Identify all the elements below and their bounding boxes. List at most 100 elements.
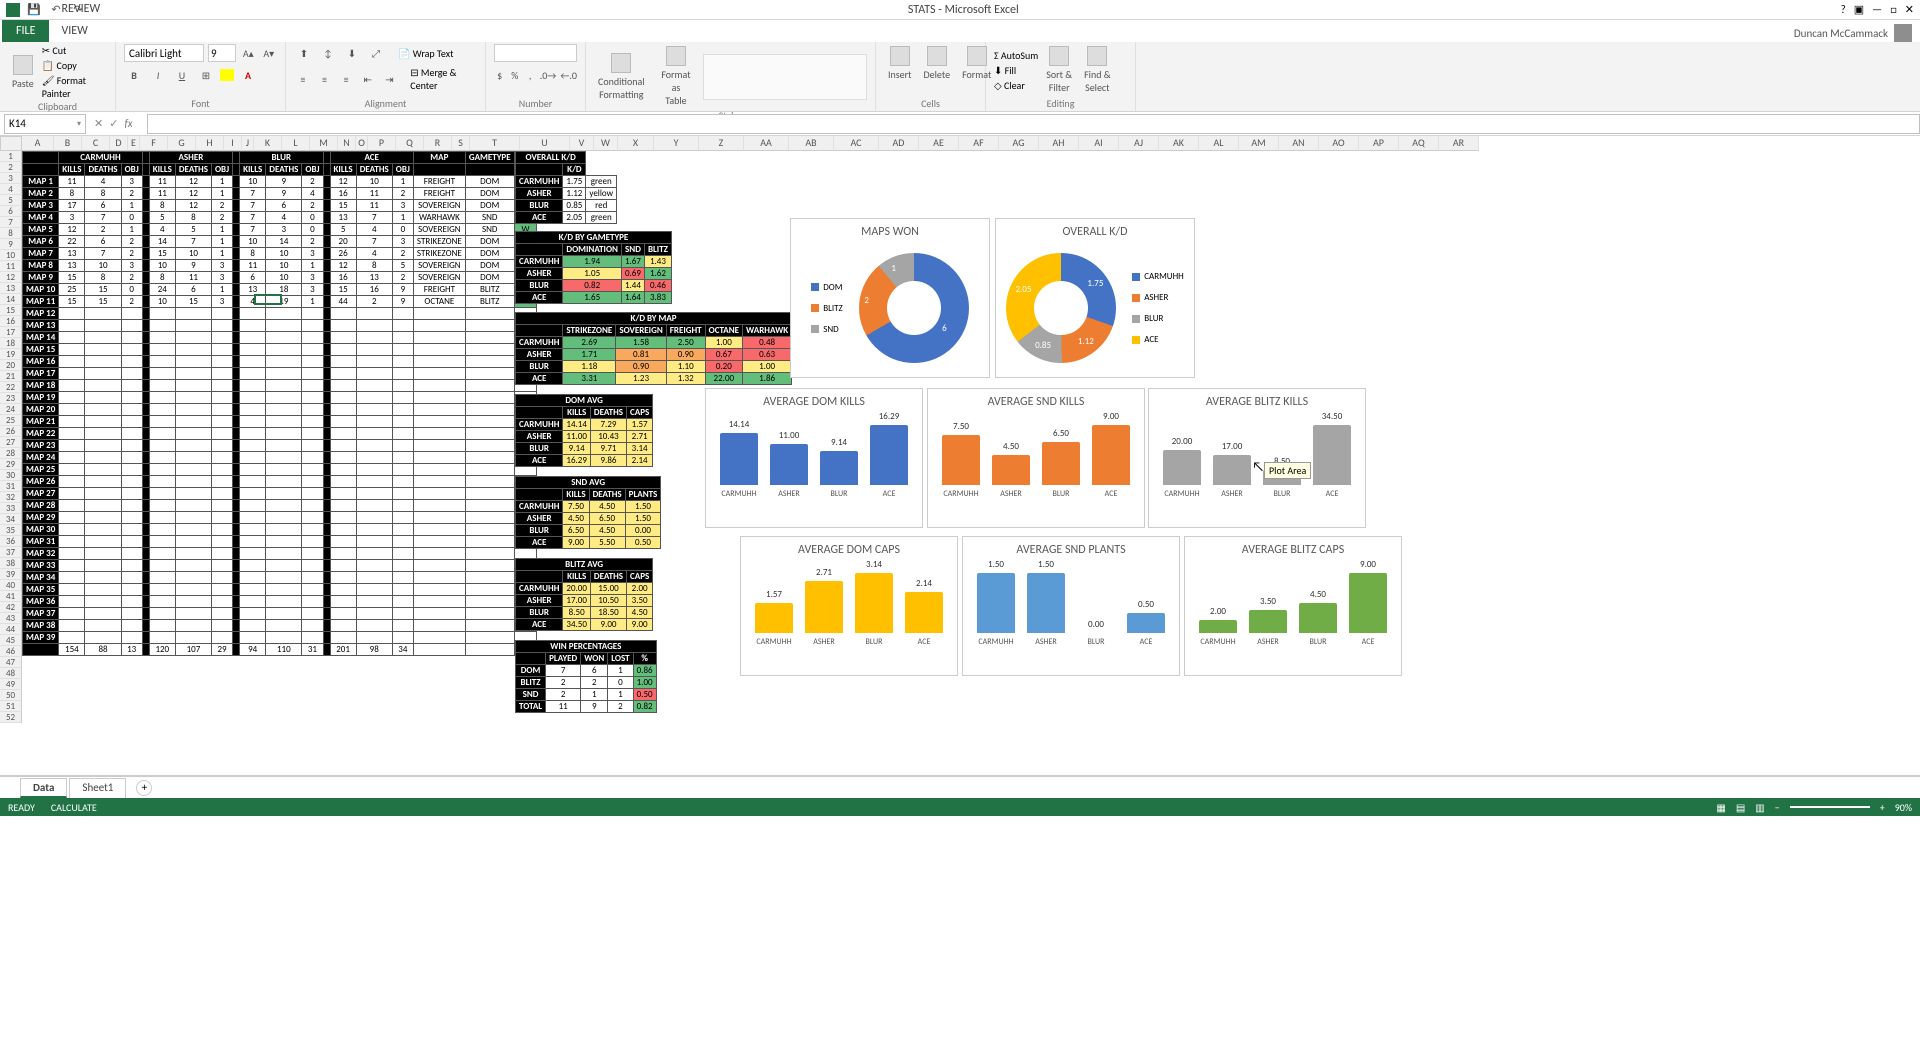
chart-avg_snd_kills[interactable]: AVERAGE SND KILLS7.504.506.509.00CARMUHH… [927,388,1145,528]
fill-color-button[interactable] [220,69,234,81]
tab-review[interactable]: REVIEW [49,0,139,20]
chart-avg_blitz_kills[interactable]: AVERAGE BLITZ KILLS20.0017.008.5034.50CA… [1148,388,1366,528]
cell-styles-gallery[interactable] [703,54,867,100]
delete-icon [927,46,947,66]
format-as-table-button[interactable]: Format as Table [653,44,700,109]
maximize-icon[interactable]: □ [1890,3,1897,16]
chart-avg_blitz_caps[interactable]: AVERAGE BLITZ CAPS2.003.504.509.00CARMUH… [1184,536,1402,676]
number-group-label: Number [494,97,577,111]
indent-inc-icon[interactable]: ⇥ [381,70,399,88]
fx-icon[interactable]: fx [124,117,132,130]
close-icon[interactable]: ✕ [1905,3,1914,16]
worksheet-grid[interactable]: ABCDEFGHIJKLMNOPQRSTUVWXYZAAABACADAEAFAG… [0,136,1920,776]
chart-avg_dom_kills[interactable]: AVERAGE DOM KILLS14.1411.009.1416.29CARM… [705,388,923,528]
view-normal-icon[interactable]: ▦ [1716,801,1725,814]
status-bar: READY CALCULATE ▦ ▤ ▥ − + 90% [0,798,1920,816]
font-color-button[interactable]: A [238,66,258,84]
number-format-combo[interactable] [494,44,577,62]
name-box[interactable]: K14▾ [4,114,86,134]
font-size-combo[interactable] [208,44,236,62]
decrease-font-icon[interactable]: A▾ [261,44,278,62]
file-tab[interactable]: FILE [2,20,49,42]
comma-icon[interactable]: , [524,66,535,84]
paste-icon [13,55,33,75]
view-break-icon[interactable]: ▥ [1755,801,1764,814]
dec-decimal-icon[interactable]: ←.0 [560,66,577,84]
chart-maps_won[interactable]: MAPS WON621DOMBLITZSND [790,218,990,378]
view-page-icon[interactable]: ▤ [1736,801,1745,814]
paste-button[interactable]: Paste [8,53,38,92]
zoom-in-icon[interactable]: + [1880,801,1885,814]
delete-cells-button[interactable]: Delete [920,44,955,83]
align-center-icon[interactable]: ≡ [316,70,334,88]
align-middle-icon[interactable]: ↕ [318,44,338,62]
border-button[interactable]: ⊞ [196,66,216,84]
percent-icon[interactable]: % [509,66,520,84]
align-right-icon[interactable]: ≡ [337,70,355,88]
insert-cells-button[interactable]: Insert [884,44,916,83]
zoom-level[interactable]: 90% [1895,801,1912,814]
save-icon[interactable]: 💾 [26,2,42,18]
tab-view[interactable]: VIEW [49,20,139,42]
font-name-combo[interactable] [124,44,204,62]
editing-group-label: Editing [994,97,1127,111]
underline-button[interactable]: U [172,66,192,84]
sort-icon [1049,46,1069,66]
cells-group-label: Cells [884,97,977,111]
chart-avg_snd_plants[interactable]: AVERAGE SND PLANTS1.501.500.000.50CARMUH… [962,536,1180,676]
autosum-button[interactable]: Σ AutoSum [994,49,1038,62]
status-ready: READY [8,801,35,814]
clipboard-group-label: Clipboard [8,100,107,114]
align-top-icon[interactable]: ⬆ [294,44,314,62]
chart-overall_kd_pie[interactable]: OVERALL K/D1.751.120.852.05CARMUHHASHERB… [995,218,1195,378]
minimize-icon[interactable]: — [1872,3,1882,16]
currency-icon[interactable]: $ [494,66,505,84]
align-left-icon[interactable]: ≡ [294,70,312,88]
formula-bar: K14▾ ✕ ✓ fx [0,112,1920,136]
window-title: STATS - Microsoft Excel [86,3,1841,17]
copy-button[interactable]: 📋 Copy [42,59,107,72]
inc-decimal-icon[interactable]: .0→ [540,66,557,84]
fat-icon [666,46,686,66]
new-sheet-button[interactable]: + [136,780,152,796]
zoom-slider[interactable] [1790,806,1870,808]
alignment-group-label: Alignment [294,97,477,111]
italic-button[interactable]: I [148,66,168,84]
ribbon-tabs: FILE HOMEINSERTPAGE LAYOUTFORMULASDATARE… [0,20,1920,42]
sheet-tab-data[interactable]: Data [20,778,67,798]
indent-dec-icon[interactable]: ⇤ [359,70,377,88]
format-painter-button[interactable]: 🖌 Format Painter [42,74,107,100]
orientation-icon[interactable]: ⤢ [366,44,386,62]
ribbon-options-icon[interactable]: ▣ [1854,3,1864,16]
bold-button[interactable]: B [124,66,144,84]
help-icon[interactable]: ? [1841,3,1846,16]
font-group-label: Font [124,97,277,111]
sort-filter-button[interactable]: Sort & Filter [1042,44,1076,96]
clear-button[interactable]: ◇ Clear [994,79,1038,92]
conditional-formatting-button[interactable]: Conditional Formatting [594,51,649,103]
merge-center-button[interactable]: ⊟ Merge & Center [410,66,477,92]
zoom-out-icon[interactable]: − [1775,801,1780,814]
user-account[interactable]: Duncan McCammack [1794,24,1920,42]
sheet-tab-sheet1[interactable]: Sheet1 [69,778,126,798]
fill-button[interactable]: ⬇ Fill [994,64,1038,77]
formula-input[interactable] [147,114,1920,134]
sheet-tab-bar: DataSheet1 + [0,776,1920,798]
cancel-formula-icon[interactable]: ✕ [94,117,103,130]
find-select-button[interactable]: Find & Select [1080,44,1114,96]
status-calculate: CALCULATE [51,801,97,814]
wrap-text-button[interactable]: 📄 Wrap Text [398,47,453,60]
cut-button[interactable]: ✂ Cut [42,44,107,57]
window-controls: ? ▣ — □ ✕ [1841,3,1914,16]
excel-icon [6,3,20,17]
increase-font-icon[interactable]: A▴ [240,44,257,62]
title-bar: 💾 ↶ ↷ STATS - Microsoft Excel ? ▣ — □ ✕ [0,0,1920,20]
align-bottom-icon[interactable]: ⬇ [342,44,362,62]
ribbon: Paste ✂ Cut 📋 Copy 🖌 Format Painter Clip… [0,42,1920,112]
chart-avg_dom_caps[interactable]: AVERAGE DOM CAPS1.572.713.142.14CARMUHHA… [740,536,958,676]
enter-formula-icon[interactable]: ✓ [109,117,118,130]
chart-title: MAPS WON [791,219,989,245]
user-name: Duncan McCammack [1794,27,1888,40]
chart-tooltip: Plot Area [1264,462,1311,479]
insert-icon [890,46,910,66]
